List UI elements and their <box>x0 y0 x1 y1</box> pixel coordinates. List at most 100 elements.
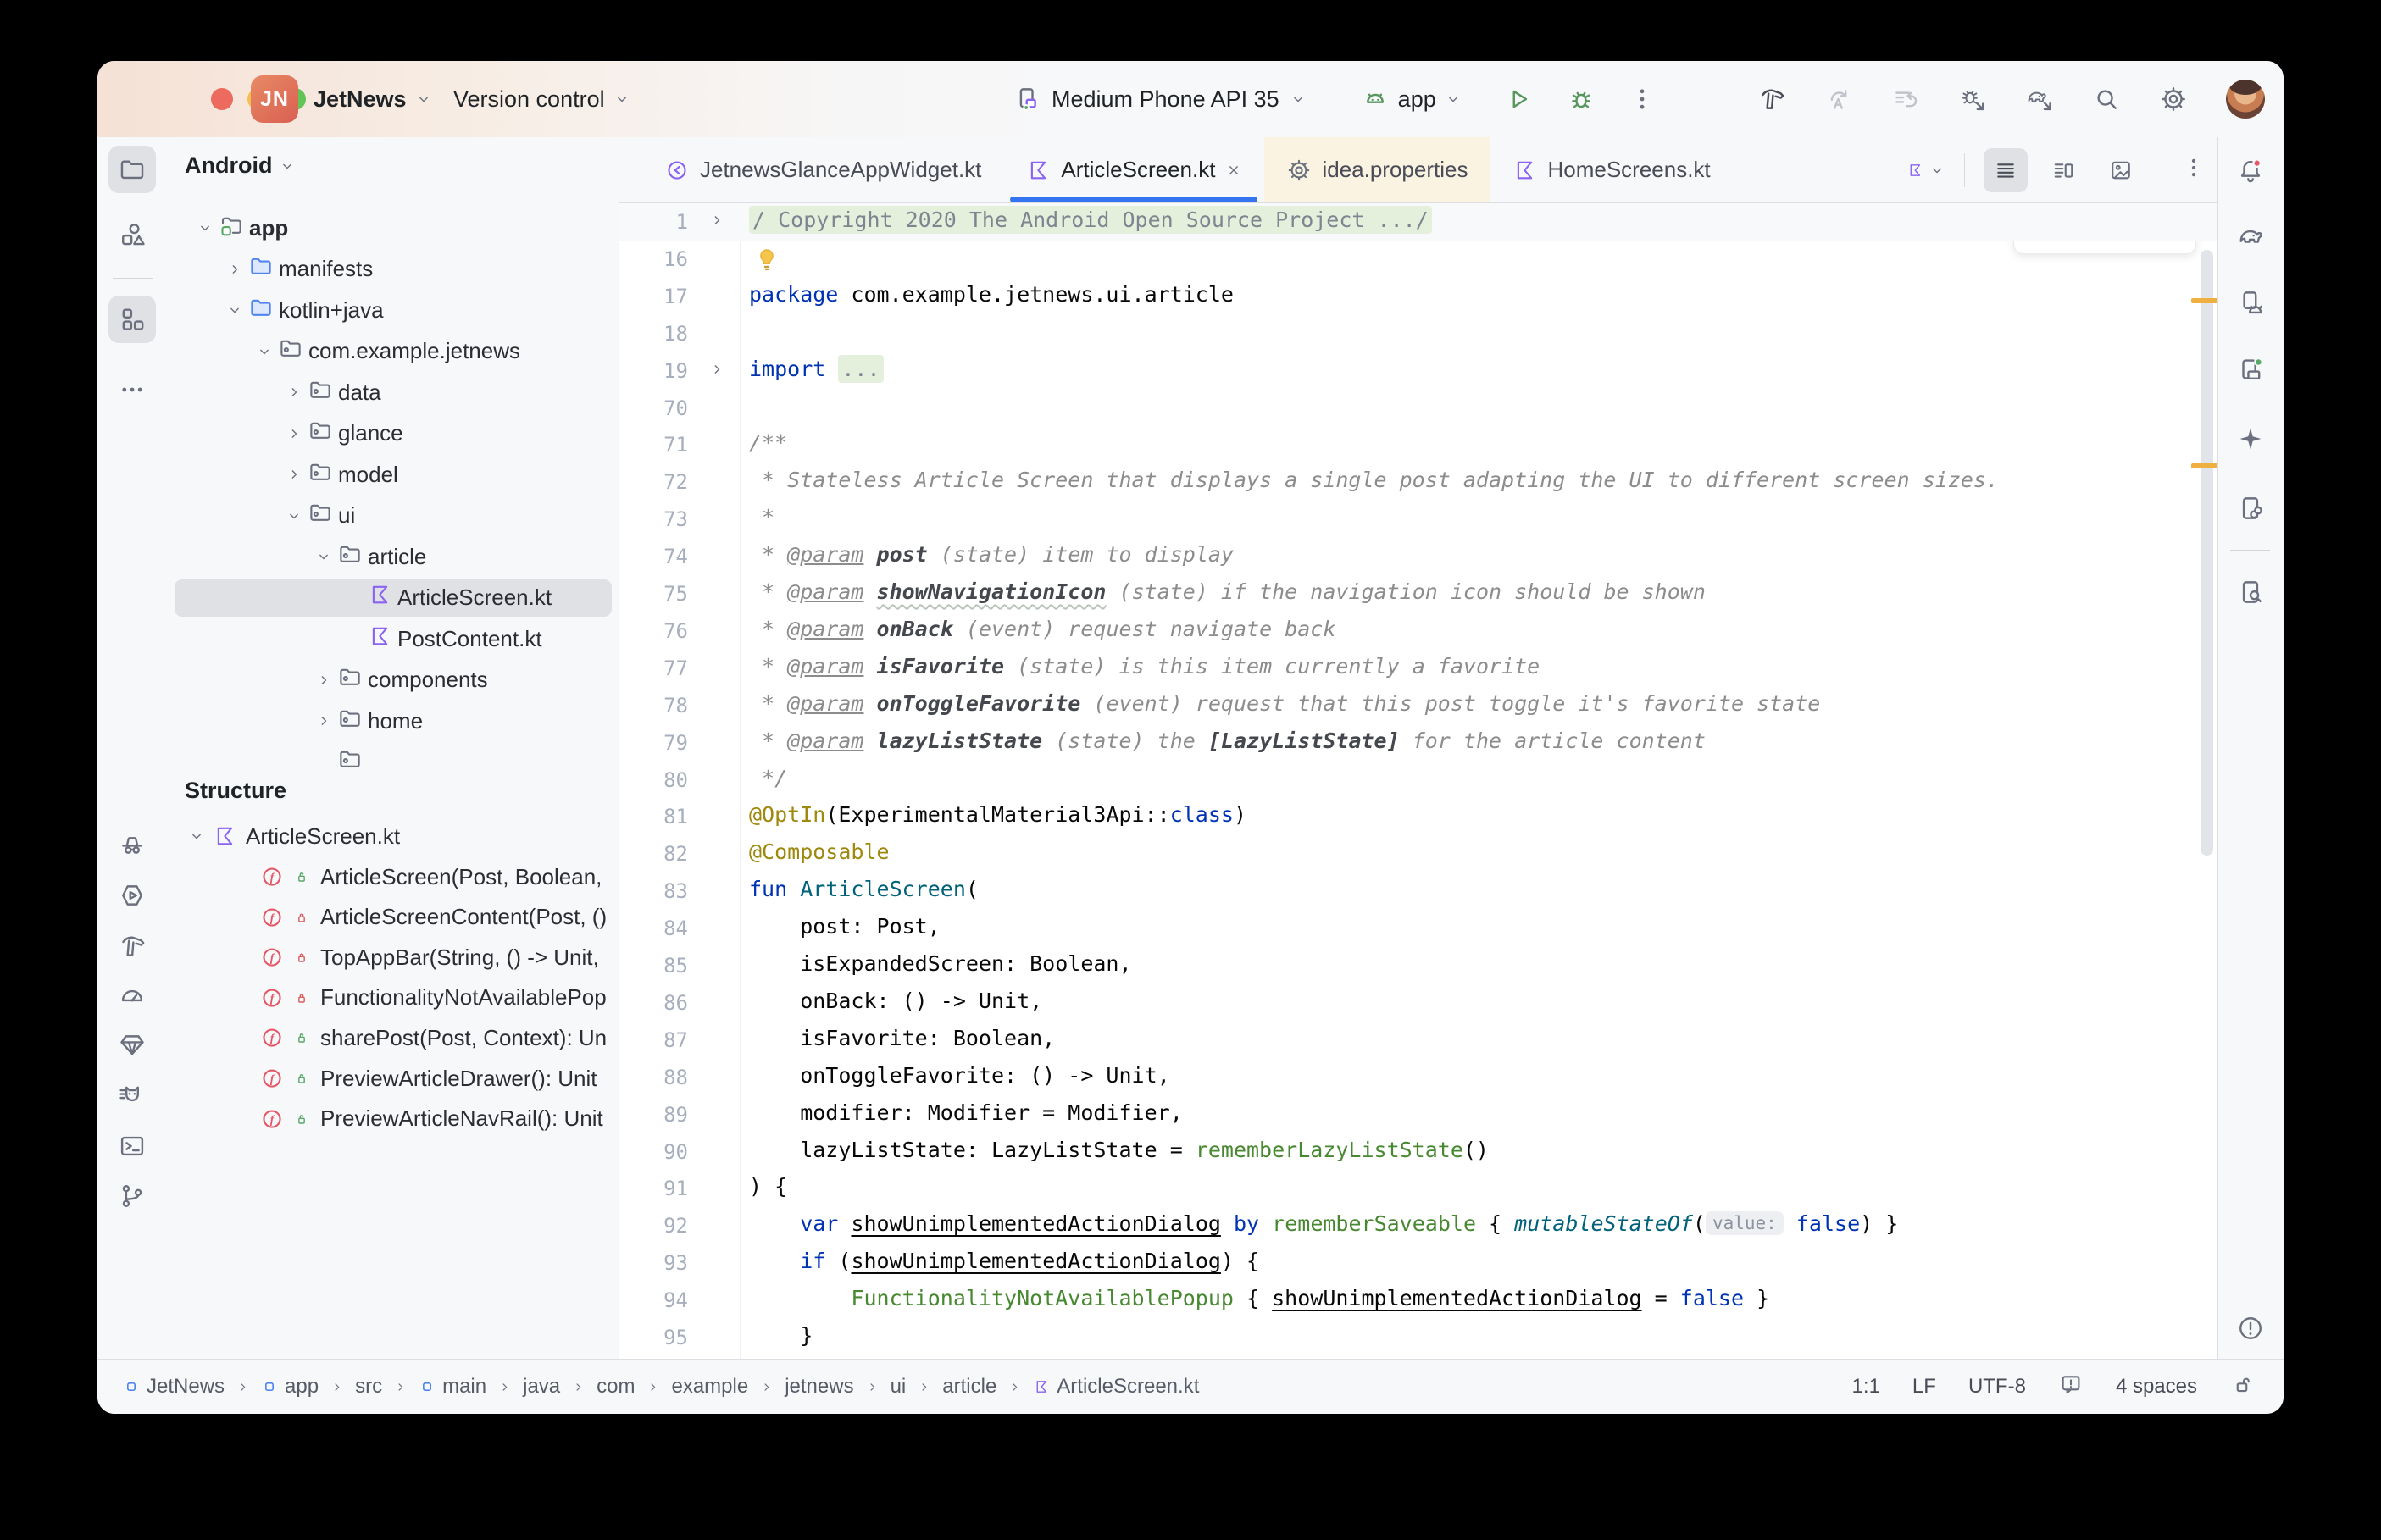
tree-item-data[interactable]: data <box>175 374 612 411</box>
tree-item-article[interactable]: article <box>175 538 612 575</box>
function-icon <box>259 985 285 1011</box>
tab-HomeScreens.kt[interactable]: HomeScreens.kt <box>1490 137 1732 202</box>
tool-more-tool-windows[interactable] <box>108 366 156 413</box>
code-line-89: 89 modifier: Modifier = Modifier, <box>619 1096 2218 1133</box>
hidden-tabs-selector[interactable] <box>1906 162 1945 179</box>
file-encoding[interactable]: UTF-8 <box>1968 1375 2026 1399</box>
run-button[interactable] <box>1504 85 1533 114</box>
vcs-widget[interactable]: Version control <box>453 61 630 137</box>
fold-arrow-icon[interactable] <box>708 361 725 382</box>
tool-device-mirroring[interactable] <box>2227 485 2274 532</box>
project-view-selector[interactable]: Android <box>185 152 296 179</box>
settings-icon[interactable] <box>2159 85 2188 114</box>
line-ending[interactable]: LF <box>1912 1375 1936 1399</box>
inspection-highlight[interactable] <box>2058 1371 2084 1403</box>
breadcrumb-src[interactable]: src <box>355 1375 382 1399</box>
gradle-sync-icon[interactable] <box>2025 85 2054 114</box>
tool-app-inspection[interactable] <box>108 872 156 919</box>
chevron-right-icon <box>226 261 243 278</box>
editor-options[interactable] <box>2181 155 2206 185</box>
device-selector[interactable]: Medium Phone API 35 <box>1013 85 1307 114</box>
run-configuration-selector[interactable]: app <box>1361 85 1462 114</box>
breadcrumb-java[interactable]: java <box>523 1375 560 1399</box>
structure-item[interactable]: sharePost(Post, Context): Un <box>175 1020 619 1055</box>
search-everywhere-icon[interactable] <box>2092 85 2121 114</box>
read-write-lock[interactable] <box>2229 1371 2255 1403</box>
tab-ArticleScreen.kt[interactable]: ArticleScreen.kt <box>1003 137 1264 202</box>
indent-setting[interactable]: 4 spaces <box>2116 1375 2197 1399</box>
view-mode-code[interactable] <box>1984 148 2028 192</box>
structure-item[interactable]: FunctionalityNotAvailablePop <box>175 980 619 1016</box>
breadcrumb-ArticleScreen.kt[interactable]: ArticleScreen.kt <box>1033 1375 1199 1399</box>
tool-resource-manager[interactable] <box>108 211 156 258</box>
breadcrumb-separator-icon <box>497 1380 512 1394</box>
intention-bulb-icon[interactable] <box>752 245 781 278</box>
debug-button[interactable] <box>1567 85 1596 114</box>
tool-structure-tool[interactable] <box>108 296 156 343</box>
tool-version-control-tool[interactable] <box>108 1172 156 1220</box>
breadcrumb-article[interactable]: article <box>942 1375 996 1399</box>
tool-running-devices[interactable] <box>2227 346 2274 393</box>
tool-device-explorer[interactable] <box>2227 568 2274 616</box>
toolbar-divider <box>2230 550 2270 551</box>
tree-item-kotlin+java[interactable]: kotlin+java <box>175 291 612 329</box>
breadcrumb-app[interactable]: app <box>261 1375 319 1399</box>
project-selector[interactable]: JetNews <box>314 61 432 137</box>
tool-device-manager[interactable] <box>2227 279 2274 326</box>
breadcrumb-com[interactable]: com <box>597 1375 635 1399</box>
tool-logcat[interactable] <box>108 1072 156 1119</box>
structure-item[interactable]: ArticleScreen(Post, Boolean, <box>175 859 619 895</box>
project-logo: JN <box>251 75 298 123</box>
breadcrumb-ui[interactable]: ui <box>891 1375 907 1399</box>
tree-item-com.example.jetnews[interactable]: com.example.jetnews <box>175 333 612 370</box>
view-mode-design[interactable] <box>2099 148 2143 192</box>
chevron-down-icon <box>256 343 273 360</box>
tool-build-tool[interactable] <box>108 922 156 970</box>
structure-file-row[interactable]: ArticleScreen.kt <box>175 818 619 854</box>
more-run-options-icon[interactable] <box>1628 85 1657 114</box>
tool-gemini[interactable] <box>108 1021 156 1068</box>
tree-item-home[interactable]: home <box>175 702 612 740</box>
fold-arrow-icon[interactable] <box>708 212 725 233</box>
avatar[interactable] <box>2226 80 2265 119</box>
close-window-button[interactable] <box>211 88 233 110</box>
code-line-16: 16 <box>619 241 2218 278</box>
tab-JetnewsGlanceAppWidget.kt[interactable]: JetnewsGlanceAppWidget.kt <box>642 137 1003 202</box>
code-line-82: 82@Composable <box>619 835 2218 872</box>
tool-gemini-assist[interactable] <box>2227 415 2274 463</box>
tool-problems[interactable] <box>2227 1305 2274 1352</box>
tree-item-manifests[interactable]: manifests <box>175 251 612 288</box>
rollback-changes-icon[interactable] <box>1891 85 1920 114</box>
tree-item-PostContent.kt[interactable]: PostContent.kt <box>175 620 612 657</box>
structure-item[interactable]: PreviewArticleDrawer(): Unit <box>175 1061 619 1096</box>
code-editor[interactable]: 2 3 1/ Copyright 2020 The Android Open S… <box>619 203 2218 1360</box>
view-mode-split[interactable] <box>2041 148 2085 192</box>
tree-item-model[interactable]: model <box>175 456 612 493</box>
structure-item[interactable]: PreviewArticleNavRail(): Unit <box>175 1101 619 1137</box>
structure-item[interactable]: ArticleScreenContent(Post, () <box>175 900 619 935</box>
tree-item-ui[interactable]: ui <box>175 497 612 535</box>
function-icon <box>259 1025 285 1050</box>
tree-item-components[interactable]: components <box>175 662 612 699</box>
breadcrumb-example[interactable]: example <box>671 1375 748 1399</box>
caret-position[interactable]: 1:1 <box>1852 1375 1880 1399</box>
tool-project[interactable] <box>108 146 156 193</box>
breadcrumb-jetnews[interactable]: jetnews <box>785 1375 853 1399</box>
tab-idea.properties[interactable]: idea.properties <box>1264 137 1490 202</box>
structure-item[interactable]: TopAppBar(String, () -> Unit, <box>175 939 619 975</box>
tree-item-clipped[interactable] <box>175 744 612 767</box>
tree-item-app[interactable]: app <box>175 209 612 247</box>
tool-profiler[interactable] <box>108 972 156 1019</box>
breadcrumb-main[interactable]: main <box>419 1375 486 1399</box>
ai-code-actions-icon[interactable] <box>1824 85 1853 114</box>
build-icon[interactable] <box>1757 85 1786 114</box>
tool-app-quality-insights[interactable] <box>108 821 156 868</box>
tool-notifications[interactable] <box>2227 147 2274 195</box>
tool-terminal[interactable] <box>108 1122 156 1170</box>
attach-debugger-icon[interactable] <box>1958 85 1987 114</box>
tree-item-ArticleScreen.kt[interactable]: ArticleScreen.kt <box>175 579 612 617</box>
tool-gradle[interactable] <box>2227 212 2274 259</box>
line-number: 16 <box>619 247 688 271</box>
tree-item-glance[interactable]: glance <box>175 415 612 452</box>
breadcrumb-JetNews[interactable]: JetNews <box>123 1375 225 1399</box>
